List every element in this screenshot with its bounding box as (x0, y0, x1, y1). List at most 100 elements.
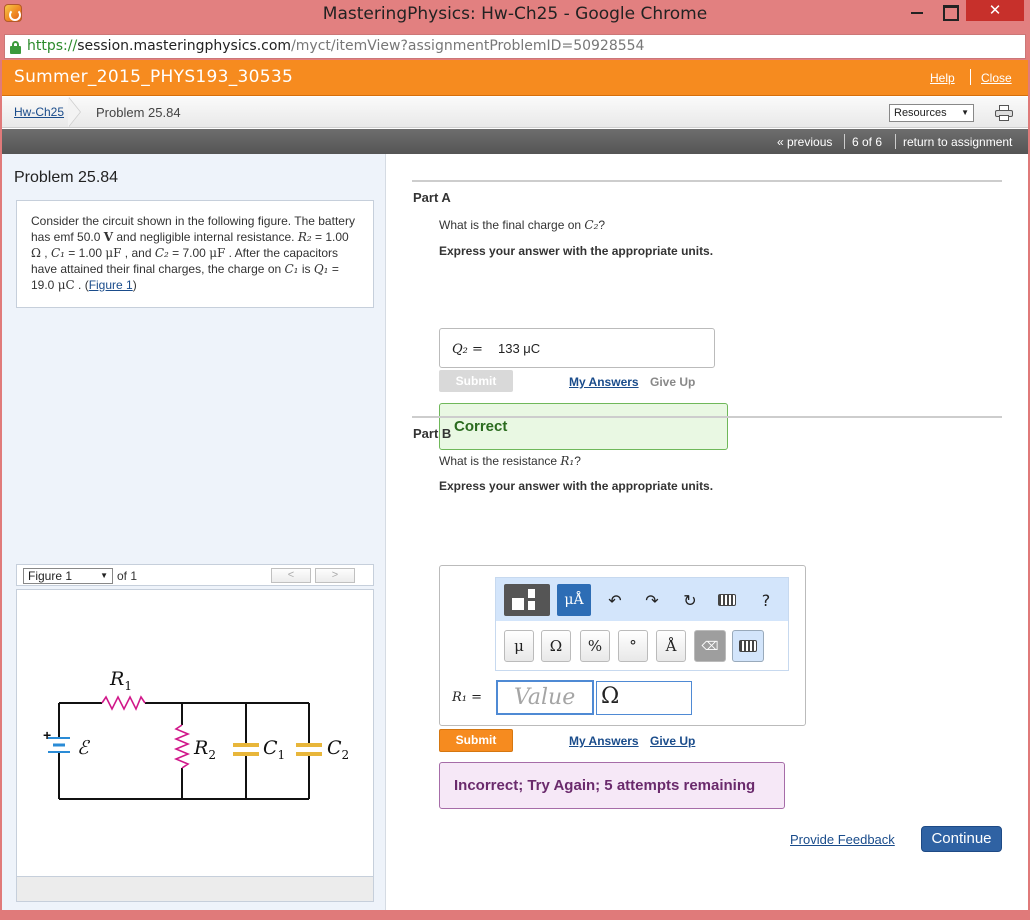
figure-count: of 1 (117, 569, 138, 583)
dropdown-caret-icon: ▼ (961, 108, 969, 117)
resistor-r1 (101, 695, 146, 711)
capacitor-c1-plate (233, 743, 259, 747)
address-bar: https://session.masteringphysics.com/myc… (0, 32, 1030, 60)
part-b-incorrect-message: Incorrect; Try Again; 5 attempts remaini… (439, 762, 785, 809)
mu-key[interactable]: μ (504, 630, 534, 662)
backspace-icon[interactable]: ⌫ (694, 630, 726, 662)
capacitor-c1-plate-2 (233, 752, 259, 756)
problem-statement: Consider the circuit shown in the follow… (16, 200, 374, 308)
problem-nav-bar: « previous 6 of 6 return to assignment (2, 129, 1028, 154)
continue-button[interactable]: Continue (921, 826, 1002, 852)
figure-toolbar: Figure 1 ▼ of 1 < > (16, 564, 374, 586)
help-button[interactable]: ? (753, 587, 779, 613)
part-b-question: What is the resistance R₁? (439, 454, 581, 468)
url-scheme: https:// (27, 38, 78, 54)
part-b-value-input[interactable]: Value (496, 680, 594, 715)
problem-pane: Problem 25.84 Consider the circuit shown… (2, 154, 386, 910)
part-b-my-answers-link[interactable]: My Answers (569, 734, 639, 748)
reset-icon[interactable]: ↻ (677, 587, 703, 613)
capacitor-c2-plate (296, 743, 322, 747)
help-link[interactable]: Help (930, 71, 955, 85)
figure-prev-button[interactable]: < (271, 568, 311, 583)
part-b-give-up-link[interactable]: Give Up (650, 734, 695, 748)
breadcrumb-assignment-link[interactable]: Hw-Ch25 (14, 105, 64, 119)
toolbar-top-row: μÅ ↶ ↷ ↻ ? (496, 578, 788, 621)
lock-icon (10, 41, 22, 54)
resistor-r2 (173, 724, 191, 769)
nav-divider (895, 134, 896, 149)
page: Summer_2015_PHYS193_30535 Help Close Hw-… (2, 60, 1028, 910)
url-path: /myct/itemView?assignmentProblemID=50928… (291, 38, 645, 54)
percent-key[interactable]: % (580, 630, 610, 662)
math-toolbar: μÅ ↶ ↷ ↻ ? μ Ω % ° Å ⌫ (495, 577, 789, 671)
c2-label: C2 (327, 737, 349, 762)
figure-panel: + ℰ R1 R2 C1 C2 (16, 589, 374, 901)
redo-icon[interactable]: ↷ (639, 587, 665, 613)
part-b-unit-input[interactable]: Ω (596, 681, 692, 715)
course-header: Summer_2015_PHYS193_30535 Help Close (2, 60, 1028, 96)
print-icon[interactable] (995, 105, 1013, 121)
part-b-variable: R₁ = (452, 690, 483, 705)
course-title: Summer_2015_PHYS193_30535 (14, 67, 294, 87)
problem-count: 6 of 6 (852, 135, 883, 149)
previous-link[interactable]: « previous (777, 135, 832, 149)
url-host: session.masteringphysics.com (77, 38, 292, 54)
part-a-title: Part A (413, 190, 451, 205)
part-b-submit-button[interactable]: Submit (439, 729, 513, 752)
keyboard-icon[interactable] (714, 587, 740, 613)
part-a-submit-button: Submit (439, 370, 513, 392)
toolbar-symbol-row: μ Ω % ° Å ⌫ (496, 622, 788, 670)
capacitor-c2-plate-2 (296, 752, 322, 756)
part-a-variable: Q₂ = (452, 342, 483, 357)
minimize-icon[interactable] (904, 0, 930, 22)
part-a-answer-box: Q₂ = 133 μC (439, 328, 715, 368)
breadcrumb-separator-icon (68, 97, 83, 127)
part-b-divider (412, 416, 1002, 418)
part-b-answer-editor: μÅ ↶ ↷ ↻ ? μ Ω % ° Å ⌫ R₁ = Value Ω (439, 565, 806, 726)
degree-key[interactable]: ° (618, 630, 648, 662)
header-divider (970, 69, 971, 85)
breadcrumb: Hw-Ch25 Problem 25.84 Resources ▼ (2, 97, 1028, 128)
window-title: MasteringPhysics: Hw-Ch25 - Google Chrom… (322, 4, 708, 24)
url-field[interactable]: https://session.masteringphysics.com/myc… (4, 34, 1026, 59)
part-a-question: What is the final charge on C₂? (439, 218, 606, 232)
figure-select[interactable]: Figure 1 ▼ (23, 568, 113, 584)
close-window-button[interactable]: ✕ (966, 0, 1024, 21)
figure-next-button[interactable]: > (315, 568, 355, 583)
provide-feedback-link[interactable]: Provide Feedback (790, 832, 895, 847)
return-to-assignment-link[interactable]: return to assignment (903, 135, 1012, 149)
resources-label: Resources (894, 107, 947, 119)
part-a-divider (412, 180, 1002, 182)
part-b-title: Part B (413, 426, 452, 441)
circuit-diagram: + ℰ R1 R2 C1 C2 (43, 668, 349, 800)
part-a-give-up: Give Up (650, 375, 696, 389)
part-a-value: 133 μC (498, 341, 541, 356)
units-button[interactable]: μÅ (557, 584, 591, 616)
figure-link[interactable]: Figure 1 (89, 278, 133, 292)
close-link[interactable]: Close (981, 71, 1012, 85)
figure-footer (16, 876, 374, 902)
angstrom-key[interactable]: Å (656, 630, 686, 662)
c1-label: C1 (263, 737, 285, 762)
part-a-my-answers-link[interactable]: My Answers (569, 375, 639, 389)
r2-label: R2 (193, 737, 216, 762)
emf-label: ℰ (77, 737, 91, 759)
part-a-correct-message: Correct (439, 403, 728, 450)
part-b-instructions: Express your answer with the appropriate… (439, 479, 714, 493)
templates-button[interactable] (504, 584, 550, 616)
undo-icon[interactable]: ↶ (602, 587, 628, 613)
ohm-key[interactable]: Ω (541, 630, 571, 662)
dropdown-caret-icon: ▼ (100, 571, 108, 580)
r1-label: R1 (109, 668, 132, 693)
problem-title: Problem 25.84 (14, 169, 119, 186)
resources-dropdown[interactable]: Resources ▼ (889, 104, 974, 122)
nav-divider (844, 134, 845, 149)
battery-plus-label: + (43, 727, 51, 743)
answer-pane: Part A What is the final charge on C₂? E… (387, 154, 1028, 910)
url-text[interactable]: https://session.masteringphysics.com/myc… (27, 38, 644, 54)
maximize-icon[interactable] (940, 2, 960, 21)
title-bar: MasteringPhysics: Hw-Ch25 - Google Chrom… (0, 0, 1030, 32)
keyboard-toggle-icon[interactable] (732, 630, 764, 662)
part-a-instructions: Express your answer with the appropriate… (439, 244, 714, 258)
breadcrumb-current: Problem 25.84 (96, 105, 181, 120)
